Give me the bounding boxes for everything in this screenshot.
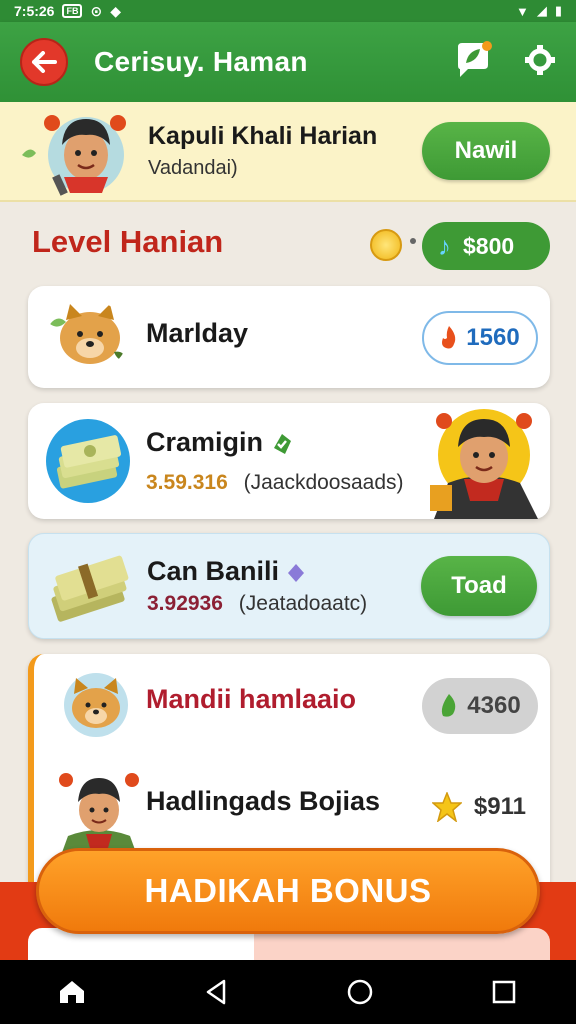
value-pill[interactable]: 4360: [422, 678, 538, 734]
home-tab-button[interactable]: [42, 962, 102, 1022]
list-item[interactable]: Marlday 1560: [28, 286, 550, 388]
flame-icon: [442, 326, 456, 349]
list-item-amount: 3.92936: [147, 592, 223, 615]
back-button[interactable]: [20, 38, 68, 86]
settings-button[interactable]: [524, 44, 556, 81]
value-text: 4360: [467, 692, 521, 719]
system-nav-bar: [0, 960, 576, 1024]
diamond-icon: ◆: [110, 2, 121, 19]
nav-back-button[interactable]: [186, 962, 246, 1022]
app-bar: Cerisuy. Haman: [0, 22, 576, 102]
list-item-title: Can Banili: [147, 556, 305, 587]
cash-stack-icon: [51, 555, 129, 622]
character-illustration: [430, 409, 538, 519]
settings-icon: [525, 44, 555, 75]
status-time: 7:5:26: [14, 3, 55, 19]
triangle-back-icon: [206, 979, 226, 1005]
value-text: 1560: [466, 324, 520, 351]
list-item-title: Mandii hamlaaio: [146, 684, 357, 714]
home-icon: [60, 981, 84, 1003]
diamond-badge-icon: [287, 563, 304, 582]
list-item-title: Hadlingads Bojias: [146, 786, 381, 816]
list-item-note: (Jeatadoaatc): [238, 592, 368, 615]
list-item-title: Marlday: [146, 318, 249, 348]
list-item-amount: 3.59.316: [146, 471, 228, 494]
chat-button[interactable]: [454, 40, 494, 84]
circle-home-icon: [347, 979, 373, 1005]
leaf-icon: [442, 694, 456, 717]
list-item-note: (Jaackdoosaads): [243, 471, 404, 494]
verified-icon: [273, 433, 291, 454]
notification-icon: ⊙: [90, 2, 103, 19]
character-avatar-icon: [59, 773, 139, 858]
separator-dot: [410, 238, 416, 244]
list-item-title-text: Can Banili: [147, 556, 280, 586]
balance-pill[interactable]: ♪ $800: [422, 222, 550, 270]
status-badge: FB: [62, 4, 83, 18]
balance-value: $800: [463, 232, 515, 259]
profile-name: Kapuli Khali Harian: [148, 122, 378, 150]
arrow-left-icon: [32, 51, 57, 73]
reward-value-text: $911: [473, 793, 526, 820]
signal-icon: ◢: [536, 3, 547, 18]
battery-icon: ▮: [554, 3, 562, 18]
value-pill[interactable]: 1560: [422, 311, 538, 365]
profile-subtitle: Vadandai): [148, 157, 238, 179]
money-icon: [46, 419, 130, 503]
square-recent-icon: [492, 980, 516, 1004]
nav-recent-button[interactable]: [474, 962, 534, 1022]
status-bar: 7:5:26 FB ⊙ ◆ ▼ ◢ ▮: [0, 0, 576, 22]
nav-home-button[interactable]: [330, 962, 390, 1022]
chat-leaf-icon: [458, 40, 492, 77]
dog-avatar-icon: [64, 673, 128, 737]
wifi-icon: ▼: [515, 3, 529, 19]
dog-icon: [50, 304, 126, 364]
list-item-sub: 3.92936 (Jeatadoaatc): [147, 592, 367, 616]
reward-value[interactable]: $911: [431, 792, 526, 822]
app-title: Cerisuy. Haman: [94, 46, 308, 77]
list-item[interactable]: Cramigin 3.59.316 (Jaackdoosaads): [28, 403, 550, 519]
profile-action-button[interactable]: Nawil: [422, 122, 550, 180]
profile-banner: Kapuli Khali Harian Vadandai) Nawil: [0, 102, 576, 202]
profile-avatar: [16, 105, 126, 197]
music-note-icon: ♪: [438, 230, 451, 261]
list-item-sub: 3.59.316 (Jaackdoosaads): [146, 471, 404, 495]
section-title: Level Hanian: [32, 224, 224, 259]
list-item-title-text: Cramigin: [146, 427, 264, 457]
coin-icon: [370, 229, 402, 261]
card-action-button[interactable]: Toad: [421, 556, 537, 616]
list-item[interactable]: Can Banili 3.92936 (Jeatadoaatc) Toad: [28, 533, 550, 639]
list-item-title: Cramigin: [146, 427, 293, 458]
star-icon: [431, 792, 462, 822]
bonus-button[interactable]: HADIKAH BONUS: [36, 848, 540, 934]
